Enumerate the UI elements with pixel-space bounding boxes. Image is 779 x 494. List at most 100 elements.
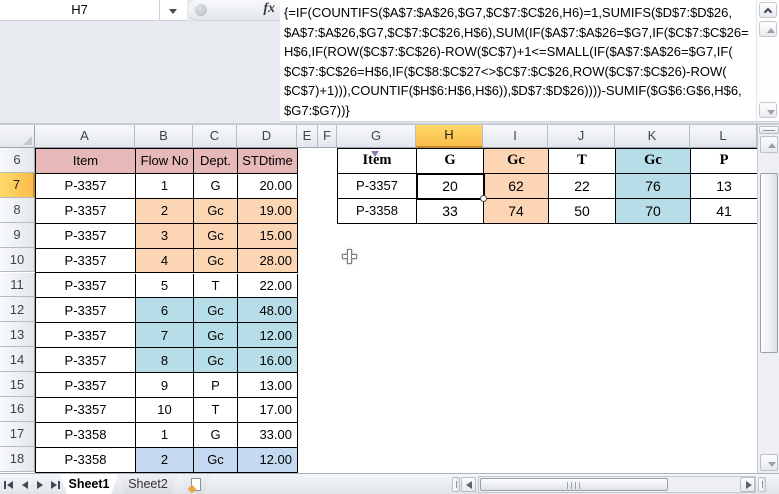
row-header-7[interactable]: 7: [0, 173, 35, 198]
cell-A12[interactable]: P-3357: [36, 298, 136, 323]
row-header-6[interactable]: 6: [0, 148, 35, 173]
cell-B15[interactable]: 9: [136, 373, 194, 398]
cell-J7[interactable]: 22: [549, 174, 616, 199]
row-header-11[interactable]: 11: [0, 273, 35, 298]
cell-A14[interactable]: P-3357: [36, 348, 136, 373]
name-box-dropdown[interactable]: [160, 0, 187, 21]
cell-J8[interactable]: 50: [549, 199, 616, 224]
cell-A18[interactable]: P-3358: [36, 448, 136, 473]
scroll-up-button[interactable]: [760, 136, 778, 153]
tab-splitter-handle[interactable]: [452, 477, 460, 492]
cell-B16[interactable]: 10: [136, 398, 194, 423]
insert-function-icon[interactable]: fx: [263, 1, 275, 17]
vertical-scrollbar[interactable]: [757, 125, 779, 473]
cell-A10[interactable]: P-3357: [36, 249, 136, 274]
cell-D15[interactable]: 13.00: [238, 373, 298, 398]
column-header-C[interactable]: C: [193, 125, 237, 148]
cell-H7[interactable]: 20: [417, 174, 484, 199]
scrollbar-resize-handle[interactable]: [758, 477, 766, 492]
cell-C7[interactable]: G: [194, 174, 238, 199]
tab-sheet2[interactable]: Sheet2: [118, 474, 178, 494]
cell-K6[interactable]: Gc: [616, 149, 691, 174]
column-header-G[interactable]: G: [337, 125, 416, 148]
cell-A16[interactable]: P-3357: [36, 398, 136, 423]
vertical-split-handle[interactable]: [759, 126, 779, 134]
insert-worksheet-button[interactable]: [181, 475, 211, 494]
column-header-L[interactable]: L: [690, 125, 757, 148]
cell-C16[interactable]: T: [194, 398, 238, 423]
tab-sheet1[interactable]: Sheet1: [60, 474, 118, 494]
row-header-15[interactable]: 15: [0, 372, 35, 397]
cell-A7[interactable]: P-3357: [36, 174, 136, 199]
select-all-button[interactable]: [0, 125, 35, 148]
horizontal-scrollbar-thumb[interactable]: [480, 478, 668, 491]
cell-B6[interactable]: Flow No: [136, 149, 194, 174]
row-header-13[interactable]: 13: [0, 322, 35, 347]
cell-L8[interactable]: 41: [691, 199, 757, 224]
formula-scroll-down-button[interactable]: [759, 102, 777, 118]
cell-B12[interactable]: 6: [136, 298, 194, 323]
scroll-left-button[interactable]: [461, 477, 476, 492]
cell-D7[interactable]: 20.00: [238, 174, 298, 199]
cell-D18[interactable]: 12.00: [238, 448, 298, 473]
cell-D12[interactable]: 48.00: [238, 298, 298, 323]
scroll-right-button[interactable]: [740, 477, 755, 492]
cell-C9[interactable]: Gc: [194, 224, 238, 249]
cell-A9[interactable]: P-3357: [36, 224, 136, 249]
column-header-B[interactable]: B: [135, 125, 193, 148]
row-header-9[interactable]: 9: [0, 223, 35, 248]
cell-C12[interactable]: Gc: [194, 298, 238, 323]
cell-H8[interactable]: 33: [417, 199, 484, 224]
cell-D8[interactable]: 19.00: [238, 199, 298, 224]
cell-B18[interactable]: 2: [136, 448, 194, 473]
next-sheet-button[interactable]: [33, 477, 47, 492]
column-header-F[interactable]: F: [318, 125, 337, 148]
column-header-A[interactable]: A: [35, 125, 135, 148]
row-header-8[interactable]: 8: [0, 198, 35, 223]
last-sheet-button[interactable]: [48, 477, 62, 492]
cell-D13[interactable]: 12.00: [238, 323, 298, 348]
cell-H6[interactable]: G: [417, 149, 484, 174]
cell-B10[interactable]: 4: [136, 249, 194, 274]
row-header-16[interactable]: 16: [0, 397, 35, 422]
row-header-12[interactable]: 12: [0, 297, 35, 322]
previous-sheet-button[interactable]: [18, 477, 32, 492]
first-sheet-button[interactable]: [3, 477, 17, 492]
row-header-17[interactable]: 17: [0, 422, 35, 447]
cell-A15[interactable]: P-3357: [36, 373, 136, 398]
cell-B7[interactable]: 1: [136, 174, 194, 199]
cell-A17[interactable]: P-3358: [36, 423, 136, 448]
column-header-D[interactable]: D: [237, 125, 297, 148]
formula-scroll-up-button[interactable]: [759, 21, 777, 37]
cell-G8[interactable]: P-3358: [338, 199, 417, 224]
column-header-E[interactable]: E: [297, 125, 318, 148]
row-header-18[interactable]: 18: [0, 447, 35, 472]
cell-B11[interactable]: 5: [136, 274, 194, 299]
cell-L6[interactable]: P: [691, 149, 757, 174]
name-box[interactable]: H7: [0, 0, 160, 21]
cell-B13[interactable]: 7: [136, 323, 194, 348]
cell-D17[interactable]: 33.00: [238, 423, 298, 448]
scroll-down-button[interactable]: [760, 454, 778, 471]
cell-D9[interactable]: 15.00: [238, 224, 298, 249]
cell-L7[interactable]: 13: [691, 174, 757, 199]
cell-C6[interactable]: Dept.: [194, 149, 238, 174]
cell-B9[interactable]: 3: [136, 224, 194, 249]
row-header-10[interactable]: 10: [0, 248, 35, 273]
cell-K7[interactable]: 76: [616, 174, 691, 199]
cell-D16[interactable]: 17.00: [238, 398, 298, 423]
cell-C13[interactable]: Gc: [194, 323, 238, 348]
fill-handle[interactable]: [480, 195, 487, 202]
cell-D6[interactable]: STDtime: [238, 149, 298, 174]
cell-G7[interactable]: P-3357: [338, 174, 417, 199]
cell-C10[interactable]: Gc: [194, 249, 238, 274]
cell-I8[interactable]: 74: [484, 199, 549, 224]
column-header-H[interactable]: H: [416, 125, 483, 148]
cell-C8[interactable]: Gc: [194, 199, 238, 224]
cell-A11[interactable]: P-3357: [36, 274, 136, 299]
column-header-K[interactable]: K: [615, 125, 690, 148]
cell-I6[interactable]: Gc: [484, 149, 549, 174]
cell-I7[interactable]: 62: [484, 174, 549, 199]
cell-B17[interactable]: 1: [136, 423, 194, 448]
cell-D11[interactable]: 22.00: [238, 274, 298, 299]
